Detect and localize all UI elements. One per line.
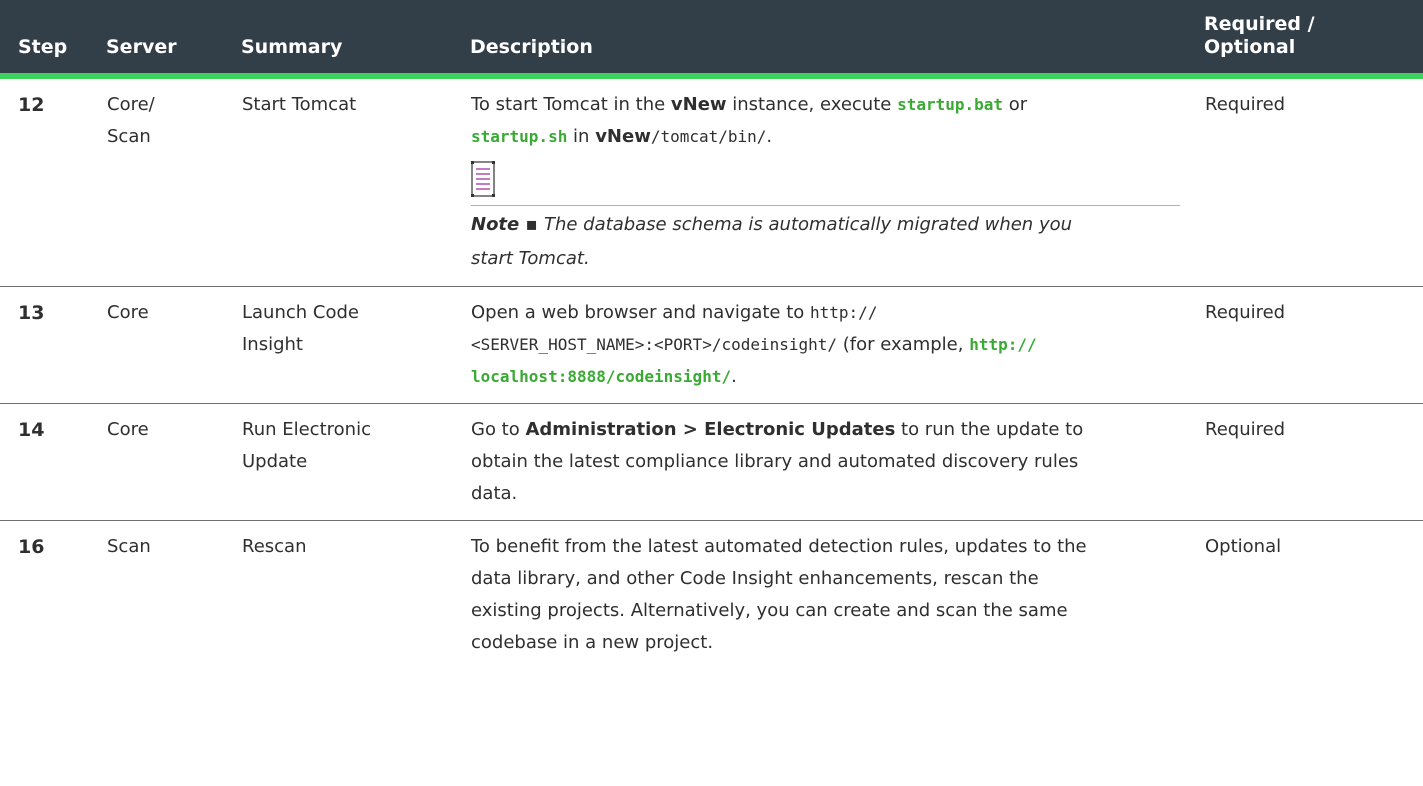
desc-bold-vnew: vNew xyxy=(595,126,651,147)
desc-bold-vnew: vNew xyxy=(670,94,727,115)
step-number: 13 xyxy=(0,286,106,404)
header-step: Step xyxy=(0,0,106,79)
desc-text: existing projects. Alternatively, you ca… xyxy=(471,600,1068,621)
startup-sh-link[interactable]: startup.sh xyxy=(471,127,567,146)
desc-text: or xyxy=(1003,94,1028,115)
summary-cell: Run Electronic Update xyxy=(241,403,470,521)
note-bullet: ▪ xyxy=(519,214,544,235)
step-number: 12 xyxy=(0,76,106,287)
header-required-line1: Required / xyxy=(1204,13,1315,35)
summary-line2: Insight xyxy=(242,334,303,355)
header-server: Server xyxy=(106,0,241,79)
desc-url-template: <SERVER_HOST_NAME>:<PORT>/codeinsight/ xyxy=(471,335,838,354)
server-cell: Core xyxy=(106,286,241,404)
summary-line2: Update xyxy=(242,451,308,472)
steps-table-container: Step Server Summary Description Required… xyxy=(0,0,1423,786)
step-number: 14 xyxy=(0,403,106,521)
note-line1: The database schema is automatically mig… xyxy=(543,214,1073,235)
example-url-link[interactable]: localhost:8888/codeinsight/ xyxy=(471,367,731,386)
required-cell: Required xyxy=(1204,286,1423,404)
required-cell: Optional xyxy=(1205,536,1282,557)
server-cell: Core/ Scan xyxy=(106,76,241,287)
desc-text: obtain the latest compliance library and… xyxy=(471,451,1079,472)
server-line1: Core/ xyxy=(107,94,155,115)
description-cell: To benefit from the latest automated det… xyxy=(470,521,1204,670)
summary-line1: Run Electronic xyxy=(242,419,371,440)
desc-text: . xyxy=(766,126,773,147)
desc-text: data. xyxy=(471,483,518,504)
upgrade-steps-table: Step Server Summary Description Required… xyxy=(0,0,1423,669)
summary-line1: Launch Code xyxy=(242,302,359,323)
desc-text: To benefit from the latest automated det… xyxy=(471,536,1087,557)
desc-text: in xyxy=(567,126,596,147)
table-header: Step Server Summary Description Required… xyxy=(0,0,1423,79)
server-line2: Scan xyxy=(107,126,151,147)
required-cell: Required xyxy=(1204,76,1423,287)
desc-text: To start Tomcat in the xyxy=(471,94,671,115)
header-summary: Summary xyxy=(241,0,470,79)
desc-text: Open a web browser and navigate to xyxy=(471,302,811,323)
table-row: 13 Core Launch Code Insight Open a web b… xyxy=(0,286,1423,404)
note-text: Note ▪ The database schema is automatica… xyxy=(471,208,1180,276)
description-cell: Go to Administration > Electronic Update… xyxy=(470,403,1204,521)
table-row: 16 Scan Rescan To benefit from the lates… xyxy=(0,521,1423,670)
desc-text: codebase in a new project. xyxy=(471,632,714,653)
note-label: Note xyxy=(471,214,520,235)
desc-menu-path: Administration > Electronic Updates xyxy=(525,419,896,440)
startup-bat-link[interactable]: startup.bat xyxy=(897,95,1003,114)
desc-url-template: http:// xyxy=(810,303,878,322)
desc-path: /tomcat/bin/ xyxy=(650,127,767,146)
desc-text: data library, and other Code Insight enh… xyxy=(471,568,1039,589)
header-required-optional: Required / Optional xyxy=(1204,0,1423,79)
header-required-line2: Optional xyxy=(1204,36,1296,58)
desc-text: Go to xyxy=(471,419,526,440)
required-cell: Required xyxy=(1204,403,1423,521)
desc-text: to run the update to xyxy=(895,419,1084,440)
desc-text: (for example, xyxy=(837,334,970,355)
step-number: 16 xyxy=(18,536,45,558)
table-row: 12 Core/ Scan Start Tomcat To start Tomc… xyxy=(0,76,1423,287)
summary-cell: Launch Code Insight xyxy=(241,286,470,404)
note-line2: start Tomcat. xyxy=(471,248,590,269)
description-cell: To start Tomcat in the vNew instance, ex… xyxy=(470,76,1204,287)
table-header-row: Step Server Summary Description Required… xyxy=(0,0,1423,79)
table-row: 14 Core Run Electronic Update Go to Admi… xyxy=(0,403,1423,521)
desc-text: . xyxy=(731,366,737,387)
note-block: Note ▪ The database schema is automatica… xyxy=(471,161,1180,276)
header-description: Description xyxy=(470,0,1204,79)
description-cell: Open a web browser and navigate to http:… xyxy=(470,286,1204,404)
server-cell: Scan xyxy=(107,536,151,557)
note-icon-row xyxy=(471,161,1180,206)
server-cell: Core xyxy=(106,403,241,521)
note-icon xyxy=(471,161,495,197)
summary-cell: Rescan xyxy=(242,536,307,557)
example-url-link[interactable]: http:// xyxy=(969,335,1036,354)
summary-cell: Start Tomcat xyxy=(241,76,470,287)
desc-text: instance, execute xyxy=(726,94,898,115)
